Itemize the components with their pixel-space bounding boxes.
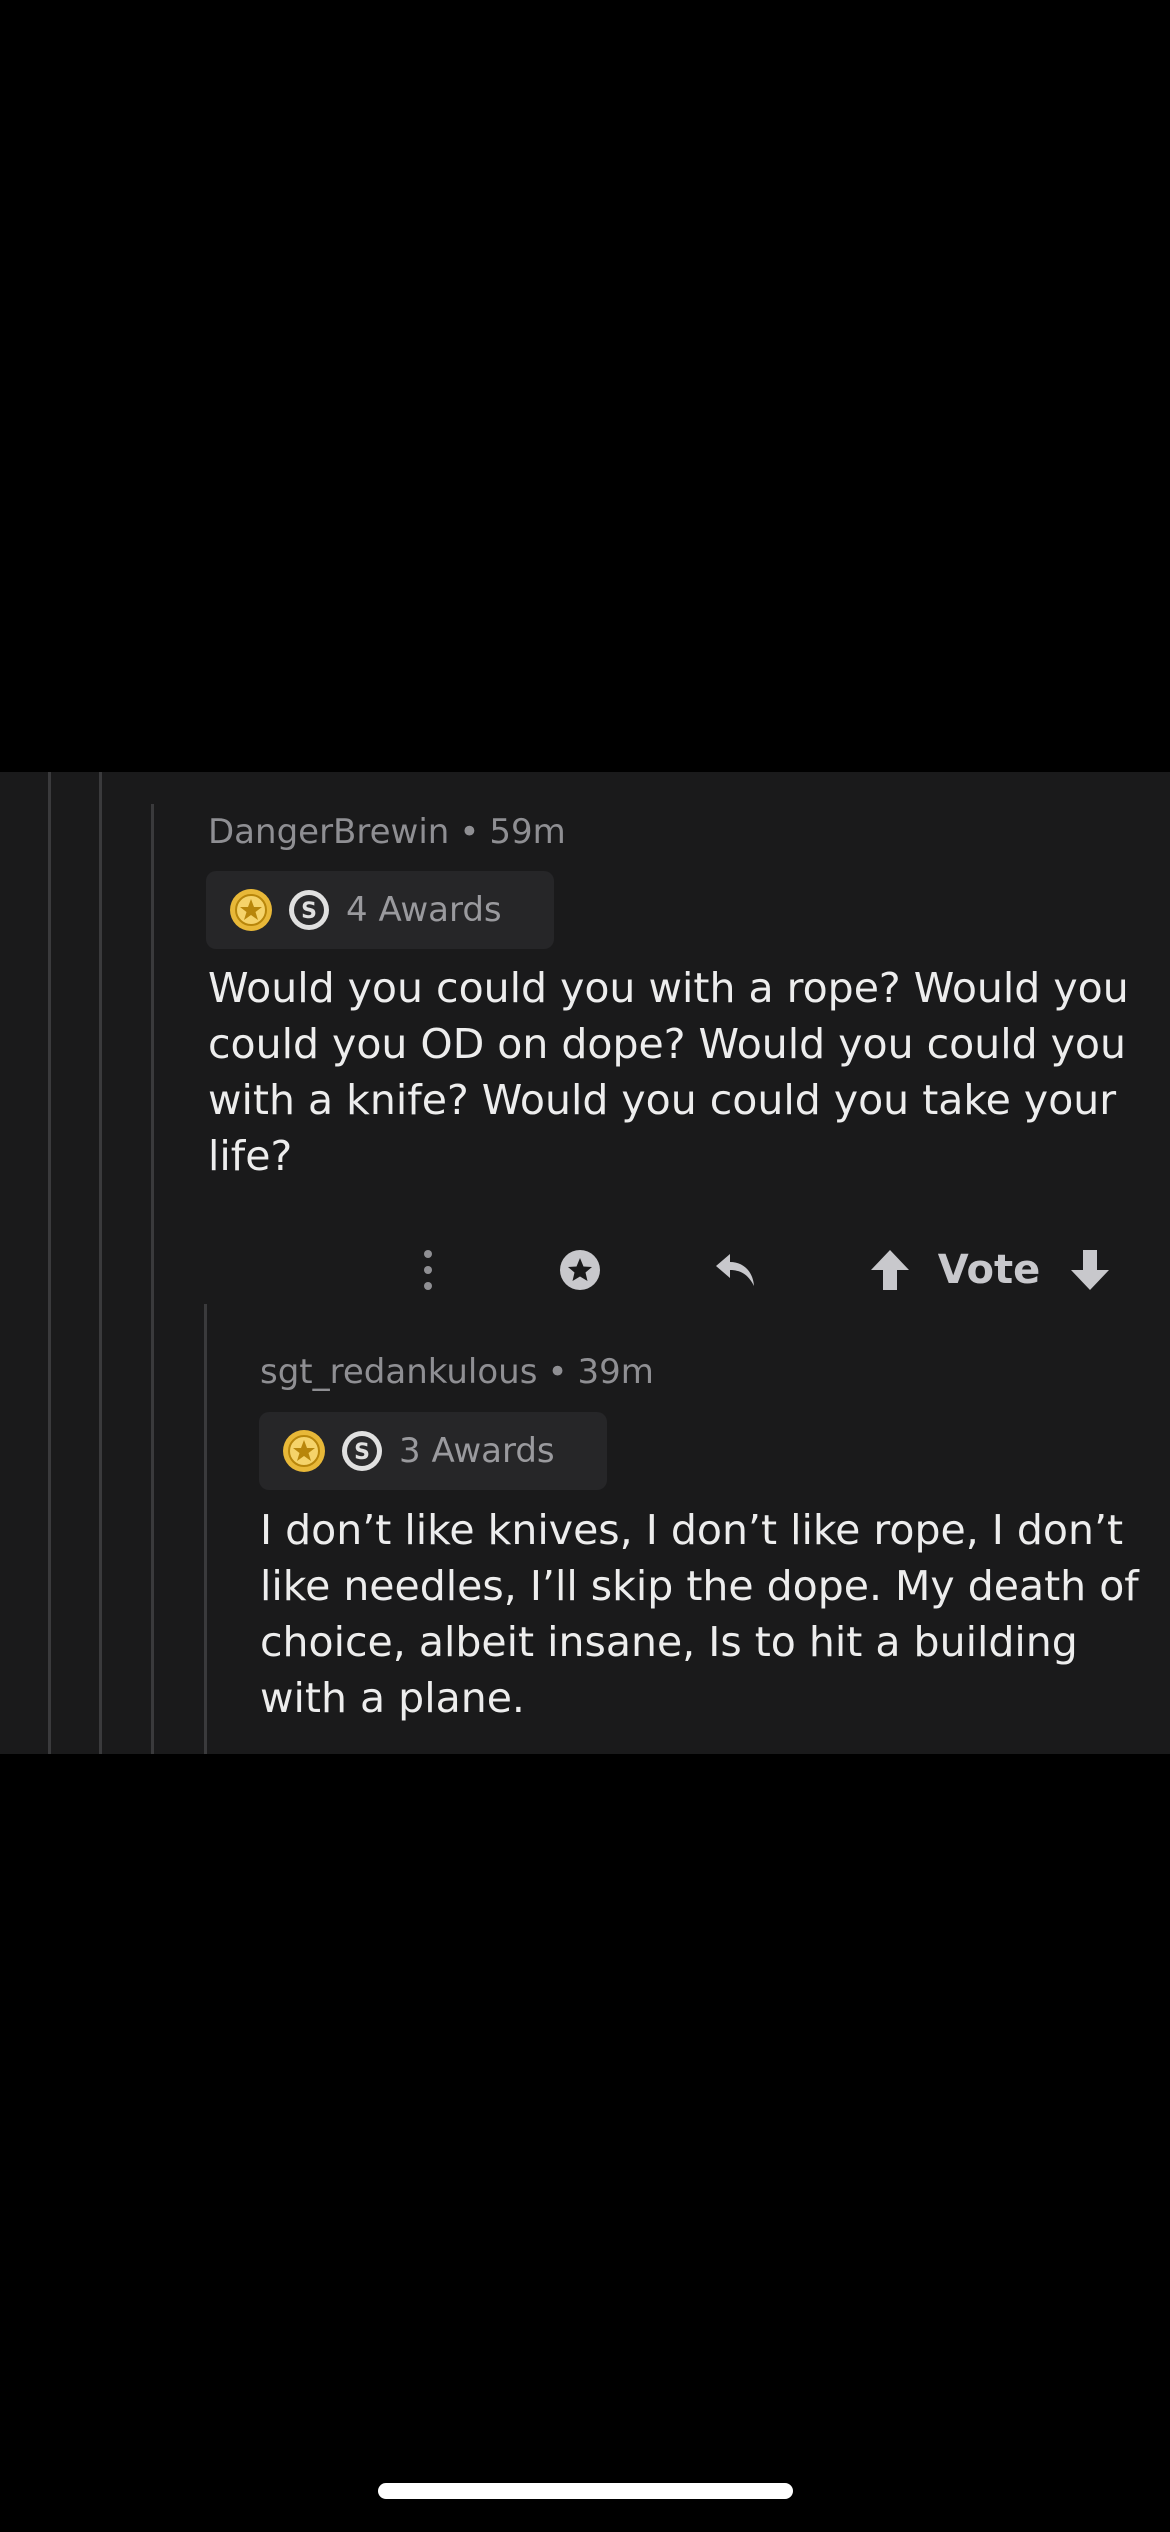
more-options-button[interactable] (408, 1230, 448, 1310)
awards-badge[interactable]: S 3 Awards (259, 1412, 607, 1490)
comment-time: 39m (577, 1352, 654, 1392)
svg-text:S: S (301, 899, 317, 924)
upvote-icon (871, 1250, 909, 1290)
meta-separator: • (547, 1352, 568, 1392)
awards-count: 3 Awards (399, 1431, 555, 1471)
downvote-button[interactable] (1062, 1230, 1118, 1310)
comment-meta: DangerBrewin • 59m (208, 812, 566, 852)
vote-count: Vote (934, 1230, 1044, 1310)
silver-award-icon: S (342, 1431, 382, 1471)
thread-line-1[interactable] (48, 772, 51, 1754)
gold-award-icon (230, 889, 272, 931)
silver-award-icon: S (289, 890, 329, 930)
more-options-icon (424, 1250, 432, 1290)
thread-line-4[interactable] (204, 1304, 207, 1754)
comment-action-bar: Vote (400, 1230, 1140, 1310)
comment-meta: sgt_redankulous • 39m (260, 1352, 654, 1392)
upvote-button[interactable] (862, 1230, 918, 1310)
meta-separator: • (459, 812, 480, 852)
vote-label: Vote (937, 1247, 1041, 1293)
comment-username[interactable]: DangerBrewin (208, 812, 449, 852)
comment-body: I don’t like knives, I don’t like rope, … (260, 1506, 1139, 1722)
reply-button[interactable] (704, 1230, 768, 1310)
svg-text:S: S (354, 1440, 370, 1465)
comment-username[interactable]: sgt_redankulous (260, 1352, 537, 1392)
comment-time: 59m (489, 812, 566, 852)
downvote-icon (1071, 1250, 1109, 1290)
thread-line-3[interactable] (151, 804, 154, 1754)
reply-icon (716, 1254, 754, 1286)
give-award-button[interactable] (548, 1230, 612, 1310)
gold-award-icon (283, 1430, 325, 1472)
awards-count: 4 Awards (346, 890, 502, 930)
comment-body: Would you could you with a rope? Would y… (208, 964, 1129, 1180)
thread-line-2[interactable] (99, 772, 102, 1754)
home-indicator[interactable] (378, 2483, 793, 2499)
awards-badge[interactable]: S 4 Awards (206, 871, 554, 949)
award-icon (560, 1250, 600, 1290)
